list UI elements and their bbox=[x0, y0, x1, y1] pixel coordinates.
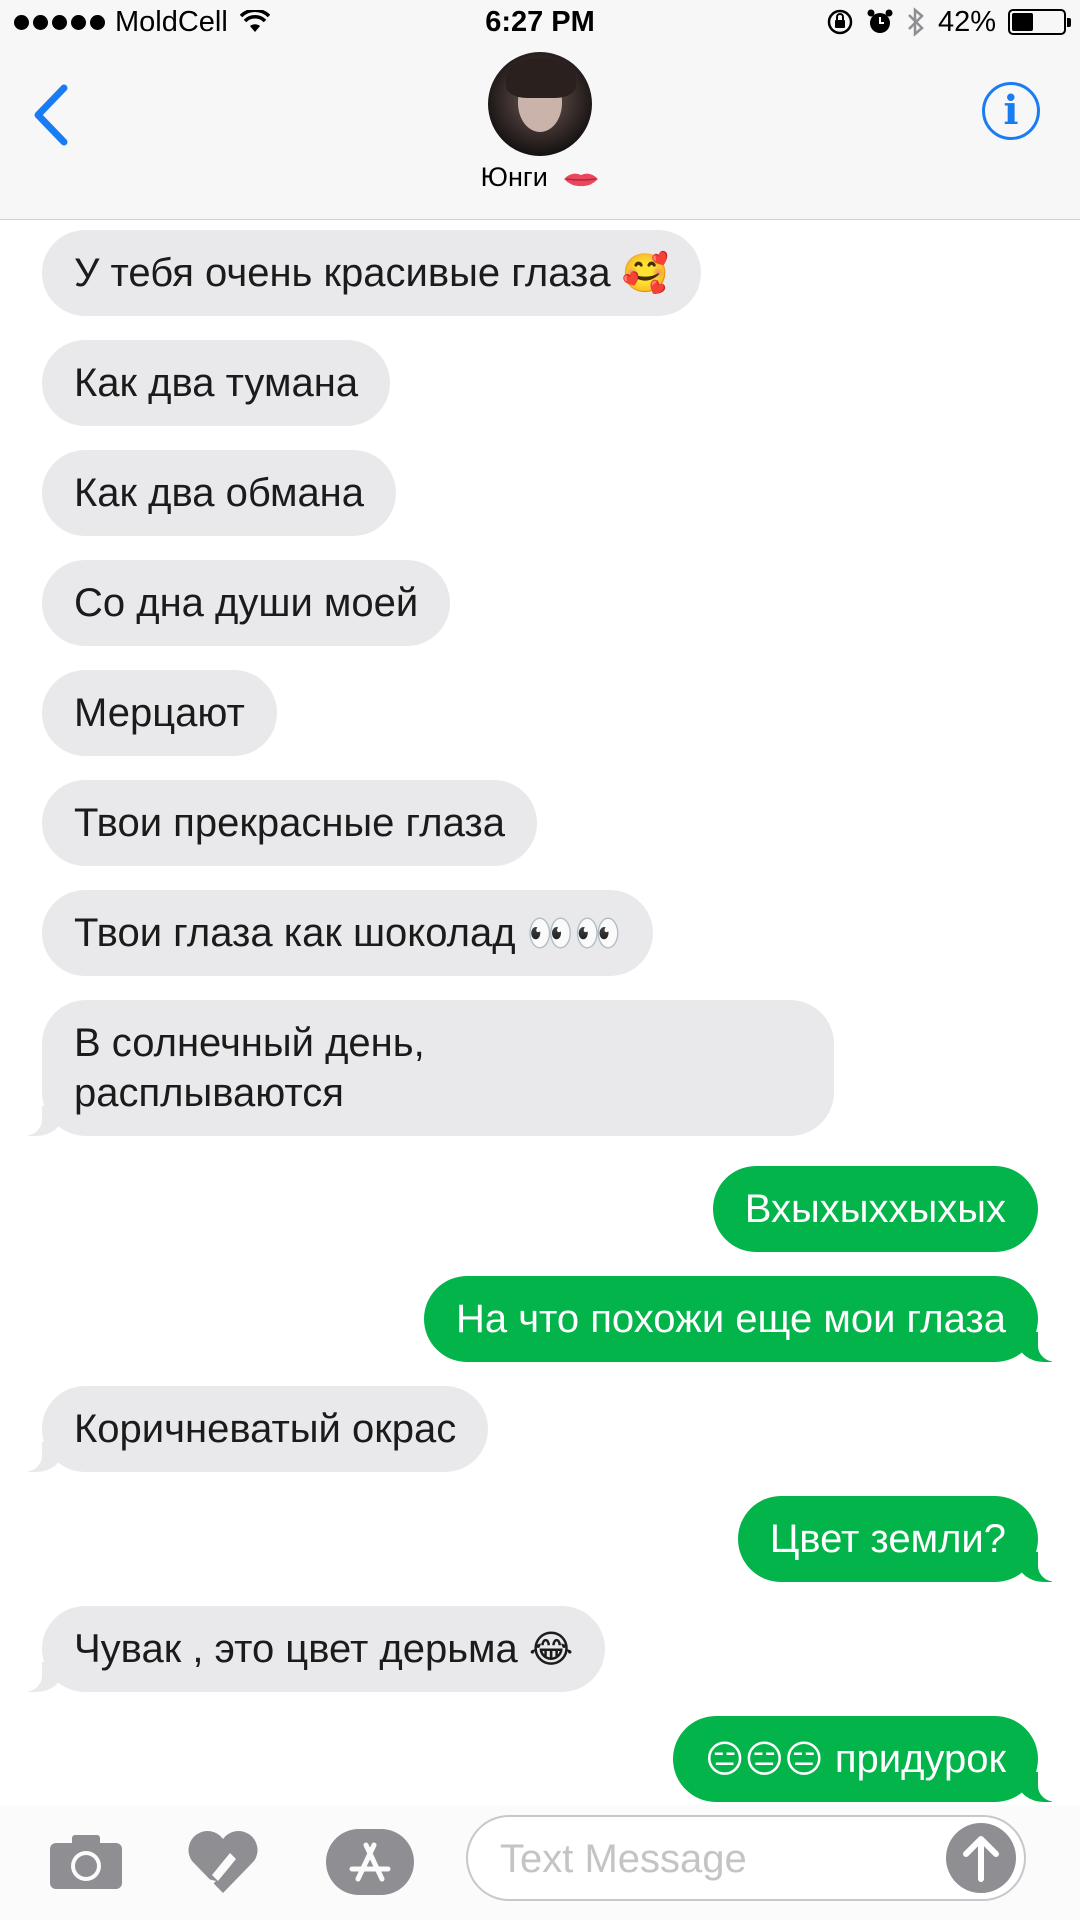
message-text: Как два обмана bbox=[74, 471, 365, 515]
info-button[interactable]: i bbox=[982, 82, 1040, 140]
message-text: Вхыхыххыхых bbox=[744, 1187, 1006, 1231]
app-store-icon bbox=[326, 1829, 414, 1895]
message-list: У тебя очень красивые глаза 🥰 Как два ту… bbox=[0, 220, 1080, 1805]
message-text: На что похожи еще мои глаза bbox=[455, 1297, 1006, 1341]
status-right: 42% bbox=[826, 5, 1071, 38]
message-bubble-incoming[interactable]: Коричневатый окрас bbox=[11, 1386, 489, 1472]
eyes-icon: 👀👀 bbox=[526, 911, 622, 955]
digital-touch-heart-icon bbox=[188, 1830, 258, 1893]
message-text: придурок bbox=[834, 1737, 1006, 1781]
message-text: Мерцают bbox=[74, 691, 245, 735]
message-bubble-incoming[interactable]: В солнечный день, расплываются bbox=[12, 1000, 834, 1136]
message-text: Цвет земли? bbox=[769, 1517, 1006, 1561]
contact-name-row[interactable]: Юнги bbox=[0, 162, 1080, 193]
smiling-face-with-hearts-icon: 🥰 bbox=[621, 251, 670, 295]
message-bubble-outgoing[interactable]: На что похожи еще мои глаза bbox=[423, 1276, 1069, 1362]
expressionless-face-icon: 😑😑😑 bbox=[704, 1737, 824, 1781]
contact-name: Юнги bbox=[480, 162, 548, 192]
message-bubble-incoming[interactable]: Как два тумана bbox=[42, 340, 391, 426]
message-text: Твои прекрасные глаза bbox=[74, 801, 505, 845]
message-text: Твои глаза как шоколад bbox=[74, 911, 516, 955]
message-bubble-outgoing[interactable]: Цвет земли? bbox=[737, 1496, 1069, 1582]
contact-avatar[interactable] bbox=[488, 52, 592, 156]
message-bubble-incoming[interactable]: Чувак , это цвет дерьма 😂 bbox=[11, 1606, 606, 1692]
alarm-icon bbox=[867, 9, 893, 33]
camera-button[interactable] bbox=[50, 1833, 122, 1889]
camera-icon bbox=[50, 1835, 122, 1889]
message-text: Чувак , это цвет дерьма bbox=[74, 1627, 518, 1671]
chevron-left-icon bbox=[34, 84, 68, 146]
bluetooth-icon bbox=[908, 7, 924, 37]
message-input[interactable] bbox=[500, 1831, 920, 1887]
message-text-line: В солнечный день, bbox=[74, 1021, 425, 1065]
app-store-button[interactable] bbox=[326, 1829, 414, 1895]
send-button[interactable] bbox=[946, 1823, 1016, 1893]
message-text: Со дна души моей bbox=[74, 581, 419, 625]
status-bar: MoldCell 6:27 PM 42% bbox=[0, 0, 1080, 44]
message-bubble-outgoing[interactable]: 😑😑😑 придурок bbox=[672, 1716, 1069, 1802]
message-bubble-incoming[interactable]: Мерцают bbox=[42, 670, 277, 756]
lips-icon bbox=[564, 173, 599, 186]
message-bubble-incoming[interactable]: У тебя очень красивые глаза 🥰 bbox=[42, 230, 702, 316]
message-bubble-incoming[interactable]: Со дна души моей bbox=[42, 560, 451, 646]
message-text: Коричневатый окрас bbox=[74, 1407, 457, 1451]
message-bubble-incoming[interactable]: Твои глаза как шоколад 👀👀 bbox=[42, 890, 654, 976]
message-text-line: расплываются bbox=[74, 1071, 344, 1115]
conversation-header: Юнги i bbox=[0, 44, 1080, 220]
send-arrow-icon bbox=[963, 1836, 999, 1882]
message-bubble-outgoing[interactable]: Вхыхыххыхых bbox=[712, 1166, 1038, 1252]
message-text: Как два тумана bbox=[74, 361, 359, 405]
battery-level-fill bbox=[1012, 13, 1033, 31]
tears-of-joy-icon: 😂 bbox=[528, 1627, 574, 1671]
battery-icon bbox=[1008, 9, 1071, 35]
digital-touch-button[interactable] bbox=[186, 1829, 260, 1895]
message-text: У тебя очень красивые глаза bbox=[74, 251, 611, 295]
message-bubble-incoming[interactable]: Твои прекрасные глаза bbox=[42, 780, 537, 866]
compose-bar bbox=[0, 1805, 1080, 1920]
message-bubble-incoming[interactable]: Как два обмана bbox=[42, 450, 397, 536]
battery-percentage: 42% bbox=[937, 5, 996, 38]
orientation-lock-icon bbox=[827, 9, 853, 35]
message-input-field[interactable] bbox=[466, 1815, 1026, 1901]
back-button[interactable] bbox=[28, 80, 78, 150]
